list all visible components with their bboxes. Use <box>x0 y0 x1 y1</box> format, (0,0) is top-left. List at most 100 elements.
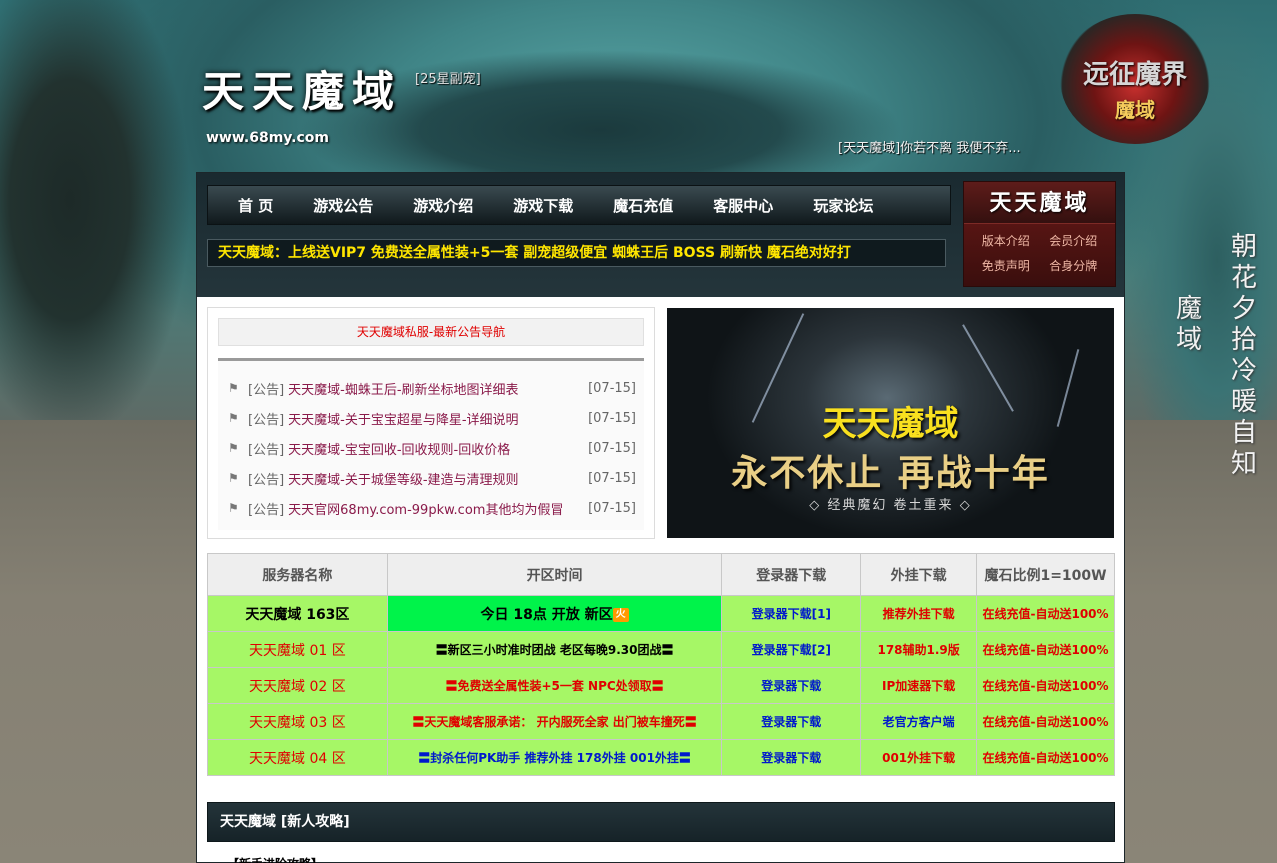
notice-category: [公告] <box>248 472 285 488</box>
notice-link[interactable]: 天天官网68my.com-99pkw.com其他均为假冒 <box>288 499 584 518</box>
banner-title: 天天魔域 <box>822 404 959 444</box>
fire-icon: 火 <box>612 607 629 622</box>
open-time: 〓封杀任何PK助手 推荐外挂 178外挂 001外挂〓 <box>386 739 723 776</box>
side-box-links: 版本介绍 会员介绍 免责声明 合身分牌 <box>964 224 1115 274</box>
notice-category: [公告] <box>248 382 285 398</box>
plugin-download-link[interactable]: 老官方客户端 <box>860 703 978 740</box>
list-item[interactable]: ⚑ [公告] 天天魔域-关于宝宝超星与降星-详细说明 [07-15] <box>228 403 636 433</box>
site-logo-tag: [25星副宠] <box>415 72 481 87</box>
col-recharge-ratio: 魔石比例1=100W <box>976 553 1115 596</box>
game-emblem-logo: 远征魔界 魔域 <box>1060 14 1210 144</box>
recharge-link[interactable]: 在线充值-自动送100% <box>976 739 1115 776</box>
plugin-download-link[interactable]: IP加速器下载 <box>860 667 978 704</box>
notice-heading: 天天魔域私服-最新公告导航 <box>218 318 644 346</box>
vertical-poem-right: 朝花夕拾冷暖自知 <box>1230 232 1257 479</box>
announcement-ticker[interactable]: 天天魔域：上线送VIP7 免费送全属性装+5一套 副宠超级便宜 蜘蛛王后 BOS… <box>207 239 946 267</box>
open-time: 〓天天魔域客服承诺： 开内服死全家 出门被车撞死〓 <box>386 703 723 740</box>
nav-game-intro[interactable]: 游戏介绍 <box>393 195 493 216</box>
promo-banner[interactable]: 天天魔域 永不休止 再战十年 ◇ 经典魔幻 卷土重来 ◇ <box>667 308 1114 538</box>
flag-icon: ⚑ <box>228 381 239 395</box>
list-item[interactable]: ⚑ [公告] 天天官网68my.com-99pkw.com其他均为假冒 [07-… <box>228 493 636 523</box>
nav-announcements[interactable]: 游戏公告 <box>293 195 393 216</box>
server-name: 天天魔域 01 区 <box>207 631 388 668</box>
table-row: 天天魔域 03 区 〓天天魔域客服承诺： 开内服死全家 出门被车撞死〓 登录器下… <box>207 703 1115 740</box>
nav-forum[interactable]: 玩家论坛 <box>793 195 893 216</box>
link-disclaimer[interactable]: 免责声明 <box>972 257 1040 274</box>
notice-panel: 天天魔域私服-最新公告导航 ⚑ [公告] 天天魔域-蜘蛛王后-刷新坐标地图详细表… <box>207 307 655 539</box>
banner-footer: ◇ 经典魔幻 卷土重来 ◇ <box>809 498 972 513</box>
server-name: 天天魔域 163区 <box>207 595 388 632</box>
vertical-poem-left: 魔域 <box>1175 294 1202 355</box>
notice-category: [公告] <box>248 412 285 428</box>
notice-category: [公告] <box>248 502 285 518</box>
plugin-download-link[interactable]: 178辅助1.9版 <box>860 631 978 668</box>
emblem-line2: 魔域 <box>1115 98 1155 122</box>
open-time-text: 今日 18点 开放 新区 <box>480 606 613 623</box>
emblem-line1: 远征魔界 <box>1082 60 1187 90</box>
col-login-download: 登录器下载 <box>721 553 862 596</box>
server-table: 服务器名称 开区时间 登录器下载 外挂下载 魔石比例1=100W 天天魔域 16… <box>207 553 1115 776</box>
table-row: 天天魔域 163区 今日 18点 开放 新区火 登录器下载[1] 推荐外挂下载 … <box>207 595 1115 632</box>
notice-date: [07-15] <box>588 440 636 456</box>
notice-date: [07-15] <box>588 470 636 486</box>
recharge-link[interactable]: 在线充值-自动送100% <box>976 667 1115 704</box>
side-box-title: 天天魔域 <box>964 182 1115 224</box>
notice-date: [07-15] <box>588 410 636 426</box>
table-row: 天天魔域 04 区 〓封杀任何PK助手 推荐外挂 178外挂 001外挂〓 登录… <box>207 739 1115 776</box>
recharge-link[interactable]: 在线充值-自动送100% <box>976 631 1115 668</box>
nav-support[interactable]: 客服中心 <box>693 195 793 216</box>
col-plugin-download: 外挂下载 <box>860 553 978 596</box>
open-time: 〓免费送全属性装+5一套 NPC处领取〓 <box>386 667 723 704</box>
link-member-intro[interactable]: 会员介绍 <box>1040 232 1108 249</box>
notice-category: [公告] <box>248 442 285 458</box>
notice-link[interactable]: 天天魔域-关于宝宝超星与降星-详细说明 <box>288 409 584 428</box>
flag-icon: ⚑ <box>228 411 239 425</box>
flag-icon: ⚑ <box>228 471 239 485</box>
col-open-time: 开区时间 <box>386 553 723 596</box>
server-name: 天天魔域 03 区 <box>207 703 388 740</box>
nav-recharge[interactable]: 魔石充值 <box>593 195 693 216</box>
banner-subtitle: 永不休止 再战十年 <box>731 453 1050 494</box>
strategy-subheading[interactable]: 【新手进阶攻略】 <box>227 855 323 863</box>
plugin-download-link[interactable]: 推荐外挂下载 <box>860 595 978 632</box>
link-version-intro[interactable]: 版本介绍 <box>972 232 1040 249</box>
open-time: 今日 18点 开放 新区火 <box>386 595 723 632</box>
main-container: 首 页 游戏公告 游戏介绍 游戏下载 魔石充值 客服中心 玩家论坛 天天魔域：上… <box>196 172 1125 863</box>
site-url: www.68my.com <box>206 130 329 146</box>
site-logo-title[interactable]: 天天魔域 <box>202 58 402 119</box>
list-item[interactable]: ⚑ [公告] 天天魔域-蜘蛛王后-刷新坐标地图详细表 [07-15] <box>228 373 636 403</box>
notice-list: ⚑ [公告] 天天魔域-蜘蛛王后-刷新坐标地图详细表 [07-15] ⚑ [公告… <box>218 358 644 530</box>
main-nav: 首 页 游戏公告 游戏介绍 游戏下载 魔石充值 客服中心 玩家论坛 <box>207 185 951 225</box>
recharge-link[interactable]: 在线充值-自动送100% <box>976 703 1115 740</box>
col-server-name: 服务器名称 <box>207 553 388 596</box>
plugin-download-link[interactable]: 001外挂下载 <box>860 739 978 776</box>
notice-date: [07-15] <box>588 380 636 396</box>
notice-link[interactable]: 天天魔域-宝宝回收-回收规则-回收价格 <box>288 439 584 458</box>
link-fit-card[interactable]: 合身分牌 <box>1040 257 1108 274</box>
login-download-link[interactable]: 登录器下载 <box>721 739 862 776</box>
recharge-link[interactable]: 在线充值-自动送100% <box>976 595 1115 632</box>
background-tree <box>0 0 220 460</box>
table-row: 天天魔域 02 区 〓免费送全属性装+5一套 NPC处领取〓 登录器下载 IP加… <box>207 667 1115 704</box>
server-name: 天天魔域 02 区 <box>207 667 388 704</box>
flag-icon: ⚑ <box>228 441 239 455</box>
list-item[interactable]: ⚑ [公告] 天天魔域-宝宝回收-回收规则-回收价格 [07-15] <box>228 433 636 463</box>
login-download-link[interactable]: 登录器下载[1] <box>721 595 862 632</box>
side-info-box: 天天魔域 版本介绍 会员介绍 免责声明 合身分牌 <box>963 181 1116 287</box>
open-time: 〓新区三小时准时团战 老区每晚9.30团战〓 <box>386 631 723 668</box>
nav-home[interactable]: 首 页 <box>208 195 293 216</box>
login-download-link[interactable]: 登录器下载 <box>721 703 862 740</box>
nav-game-download[interactable]: 游戏下载 <box>493 195 593 216</box>
table-header-row: 服务器名称 开区时间 登录器下载 外挂下载 魔石比例1=100W <box>207 553 1115 596</box>
strategy-heading: 天天魔域 [新人攻略] <box>207 802 1115 842</box>
notice-link[interactable]: 天天魔域-蜘蛛王后-刷新坐标地图详细表 <box>288 379 584 398</box>
notice-date: [07-15] <box>588 500 636 516</box>
login-download-link[interactable]: 登录器下载[2] <box>721 631 862 668</box>
login-download-link[interactable]: 登录器下载 <box>721 667 862 704</box>
table-row: 天天魔域 01 区 〓新区三小时准时团战 老区每晚9.30团战〓 登录器下载[2… <box>207 631 1115 668</box>
notice-link[interactable]: 天天魔域-关于城堡等级-建造与清理规则 <box>288 469 584 488</box>
nav-area: 首 页 游戏公告 游戏介绍 游戏下载 魔石充值 客服中心 玩家论坛 天天魔域：上… <box>197 173 1124 297</box>
site-slogan: [天天魔域]你若不离 我便不弃... <box>838 141 1021 156</box>
server-name: 天天魔域 04 区 <box>207 739 388 776</box>
list-item[interactable]: ⚑ [公告] 天天魔域-关于城堡等级-建造与清理规则 [07-15] <box>228 463 636 493</box>
